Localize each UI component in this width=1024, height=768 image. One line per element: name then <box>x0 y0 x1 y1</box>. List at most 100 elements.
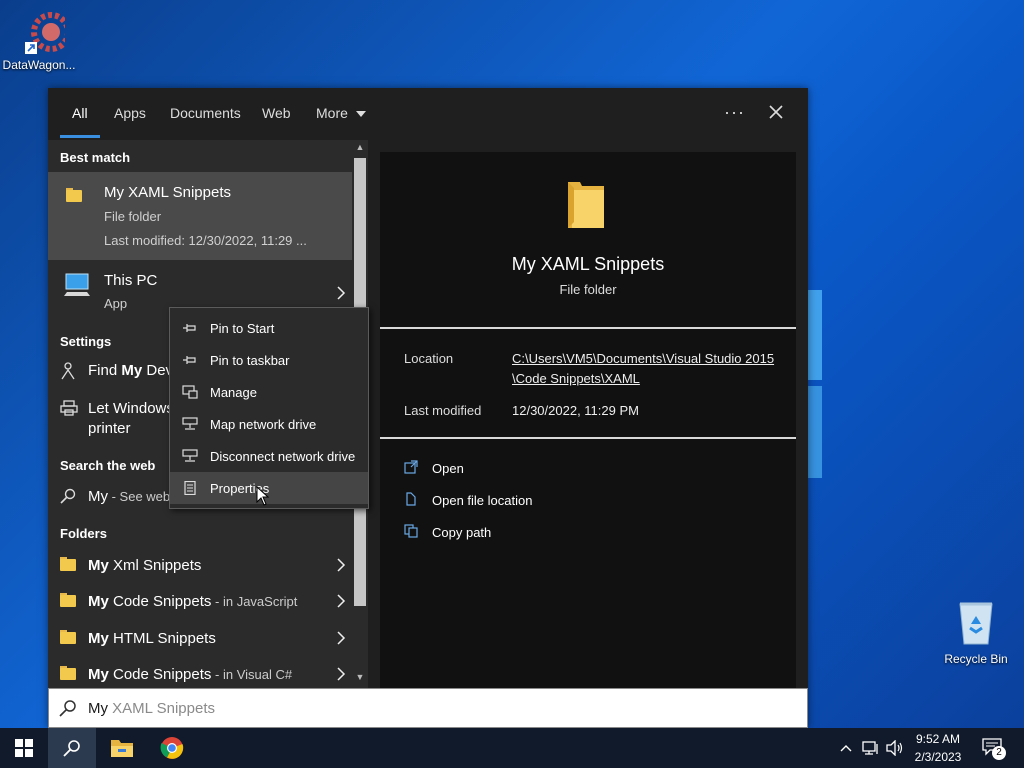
desktop-icon-recycle-bin[interactable]: Recycle Bin <box>940 600 1012 666</box>
folder-result-label: My Code Snippets - in Visual C# <box>88 666 293 683</box>
taskbar-file-explorer[interactable] <box>98 728 146 768</box>
best-match-modified: Last modified: 12/30/2022, 11:29 ... <box>104 233 307 248</box>
chevron-up-icon[interactable] <box>840 744 852 752</box>
tab-more-label: More <box>316 105 348 121</box>
pin-icon <box>183 356 196 364</box>
folder-result[interactable]: My HTML Snippets <box>48 619 352 655</box>
divider <box>380 437 796 439</box>
last-modified-label: Last modified <box>404 403 482 418</box>
close-icon[interactable] <box>766 102 786 122</box>
tab-documents[interactable]: Documents <box>170 105 241 121</box>
last-modified-value: 12/30/2022, 11:29 PM <box>512 403 639 418</box>
chevron-right-icon[interactable] <box>336 667 346 681</box>
folder-result[interactable]: My Xml Snippets <box>48 546 352 582</box>
location-link-line1[interactable]: C:\Users\VM5\Documents\Visual Studio 201… <box>512 351 774 366</box>
search-input[interactable]: My XAML Snippets <box>88 700 215 717</box>
this-pc-title: This PC <box>104 272 158 289</box>
active-tab-indicator <box>60 135 100 138</box>
preview-pane: My XAML Snippets File folder Location C:… <box>380 152 796 688</box>
folder-icon <box>66 188 84 212</box>
location-link-line2[interactable]: \Code Snippets\XAML <box>512 371 640 386</box>
menu-item-pin-to-start[interactable]: Pin to Start <box>170 312 368 344</box>
chevron-right-icon[interactable] <box>336 594 346 608</box>
file-location-icon <box>406 492 416 506</box>
clock-date[interactable]: 2/3/2023 <box>908 750 968 764</box>
setting-printer-line2: printer <box>88 420 131 437</box>
chevron-right-icon[interactable] <box>336 286 346 300</box>
copy-icon <box>404 524 418 538</box>
tab-apps[interactable]: Apps <box>114 105 146 121</box>
volume-icon[interactable] <box>886 740 904 756</box>
menu-item-pin-to-taskbar[interactable]: Pin to taskbar <box>170 344 368 376</box>
menu-item-label: Pin to Start <box>210 321 275 336</box>
best-match-type: File folder <box>104 209 162 224</box>
windows-logo-icon <box>15 739 33 757</box>
menu-item-label: Map network drive <box>210 417 317 432</box>
pin-icon <box>183 324 196 332</box>
action-copy-path-label: Copy path <box>432 525 492 540</box>
chevron-right-icon[interactable] <box>336 558 346 572</box>
desktop-icon-label: Recycle Bin <box>944 652 1008 666</box>
folder-icon <box>60 593 76 607</box>
folder-result[interactable]: My Code Snippets - in JavaScript <box>48 582 352 618</box>
folder-result-label: My Code Snippets - in JavaScript <box>88 593 298 610</box>
chrome-icon <box>160 737 184 759</box>
start-button[interactable] <box>0 728 48 768</box>
taskbar-chrome[interactable] <box>148 728 196 768</box>
search-icon <box>63 740 80 757</box>
menu-item-label: Pin to taskbar <box>210 353 290 368</box>
notification-center-button[interactable]: 2 <box>978 734 1008 762</box>
desktop-icon-datawagon[interactable]: DataWagon... <box>2 6 76 72</box>
folder-icon <box>60 666 76 680</box>
notification-badge: 2 <box>992 746 1006 760</box>
action-open[interactable]: Open <box>380 452 796 482</box>
location-label: Location <box>404 351 454 366</box>
caret-down-icon <box>355 111 366 118</box>
menu-item-label: Disconnect network drive <box>210 449 356 464</box>
search-tabs: All Apps Documents Web More ··· <box>48 88 808 140</box>
printer-icon <box>60 400 78 416</box>
search-icon <box>60 488 76 504</box>
folder-result[interactable]: My Code Snippets - in Visual C# <box>48 655 352 688</box>
search-icon <box>59 700 76 717</box>
folder-icon <box>60 557 76 571</box>
tab-all[interactable]: All <box>72 105 88 121</box>
network-icon[interactable] <box>862 740 880 756</box>
open-icon <box>404 460 418 474</box>
menu-item-manage[interactable]: Manage <box>170 376 368 408</box>
folders-header: Folders <box>60 526 107 541</box>
desktop-icon-label: DataWagon... <box>2 58 76 72</box>
scroll-up-arrow[interactable]: ▲ <box>355 142 365 152</box>
recycle-bin-icon <box>959 602 993 645</box>
context-menu: Pin to Start Pin to taskbar Manage Map n… <box>169 307 369 509</box>
preview-title: My XAML Snippets <box>511 254 665 274</box>
menu-item-map-network-drive[interactable]: Map network drive <box>170 408 368 440</box>
file-explorer-icon <box>111 740 133 757</box>
preview-type: File folder <box>559 282 617 297</box>
person-icon <box>61 362 75 380</box>
setting-printer-line1: Let Windows <box>88 400 174 417</box>
search-web-header: Search the web <box>60 458 156 473</box>
action-open-file-location-label: Open file location <box>432 493 533 508</box>
settings-header: Settings <box>60 334 112 349</box>
search-query-suggestion: XAML Snippets <box>108 700 215 717</box>
this-pc-type: App <box>104 296 128 311</box>
tab-web[interactable]: Web <box>262 105 291 121</box>
action-copy-path[interactable]: Copy path <box>380 516 796 546</box>
action-open-file-location[interactable]: Open file location <box>380 484 796 514</box>
folder-result-label: My Xml Snippets <box>88 557 202 574</box>
chevron-right-icon[interactable] <box>336 631 346 645</box>
taskbar-search-button[interactable] <box>48 728 96 768</box>
tab-more[interactable]: More <box>316 105 366 121</box>
menu-item-disconnect-network-drive[interactable]: Disconnect network drive <box>170 440 368 472</box>
search-box[interactable]: My XAML Snippets <box>48 688 808 728</box>
folder-icon <box>60 630 76 644</box>
taskbar: 9:52 AM 2/3/2023 2 <box>0 728 1024 768</box>
mouse-cursor-icon <box>256 486 270 506</box>
scroll-down-arrow[interactable]: ▼ <box>355 672 365 682</box>
clock-time[interactable]: 9:52 AM <box>908 732 968 746</box>
manage-icon <box>182 385 198 399</box>
best-match-title: My XAML Snippets <box>104 184 231 201</box>
more-options-button[interactable]: ··· <box>724 102 745 123</box>
best-match-item[interactable]: My XAML Snippets File folder Last modifi… <box>48 172 352 260</box>
